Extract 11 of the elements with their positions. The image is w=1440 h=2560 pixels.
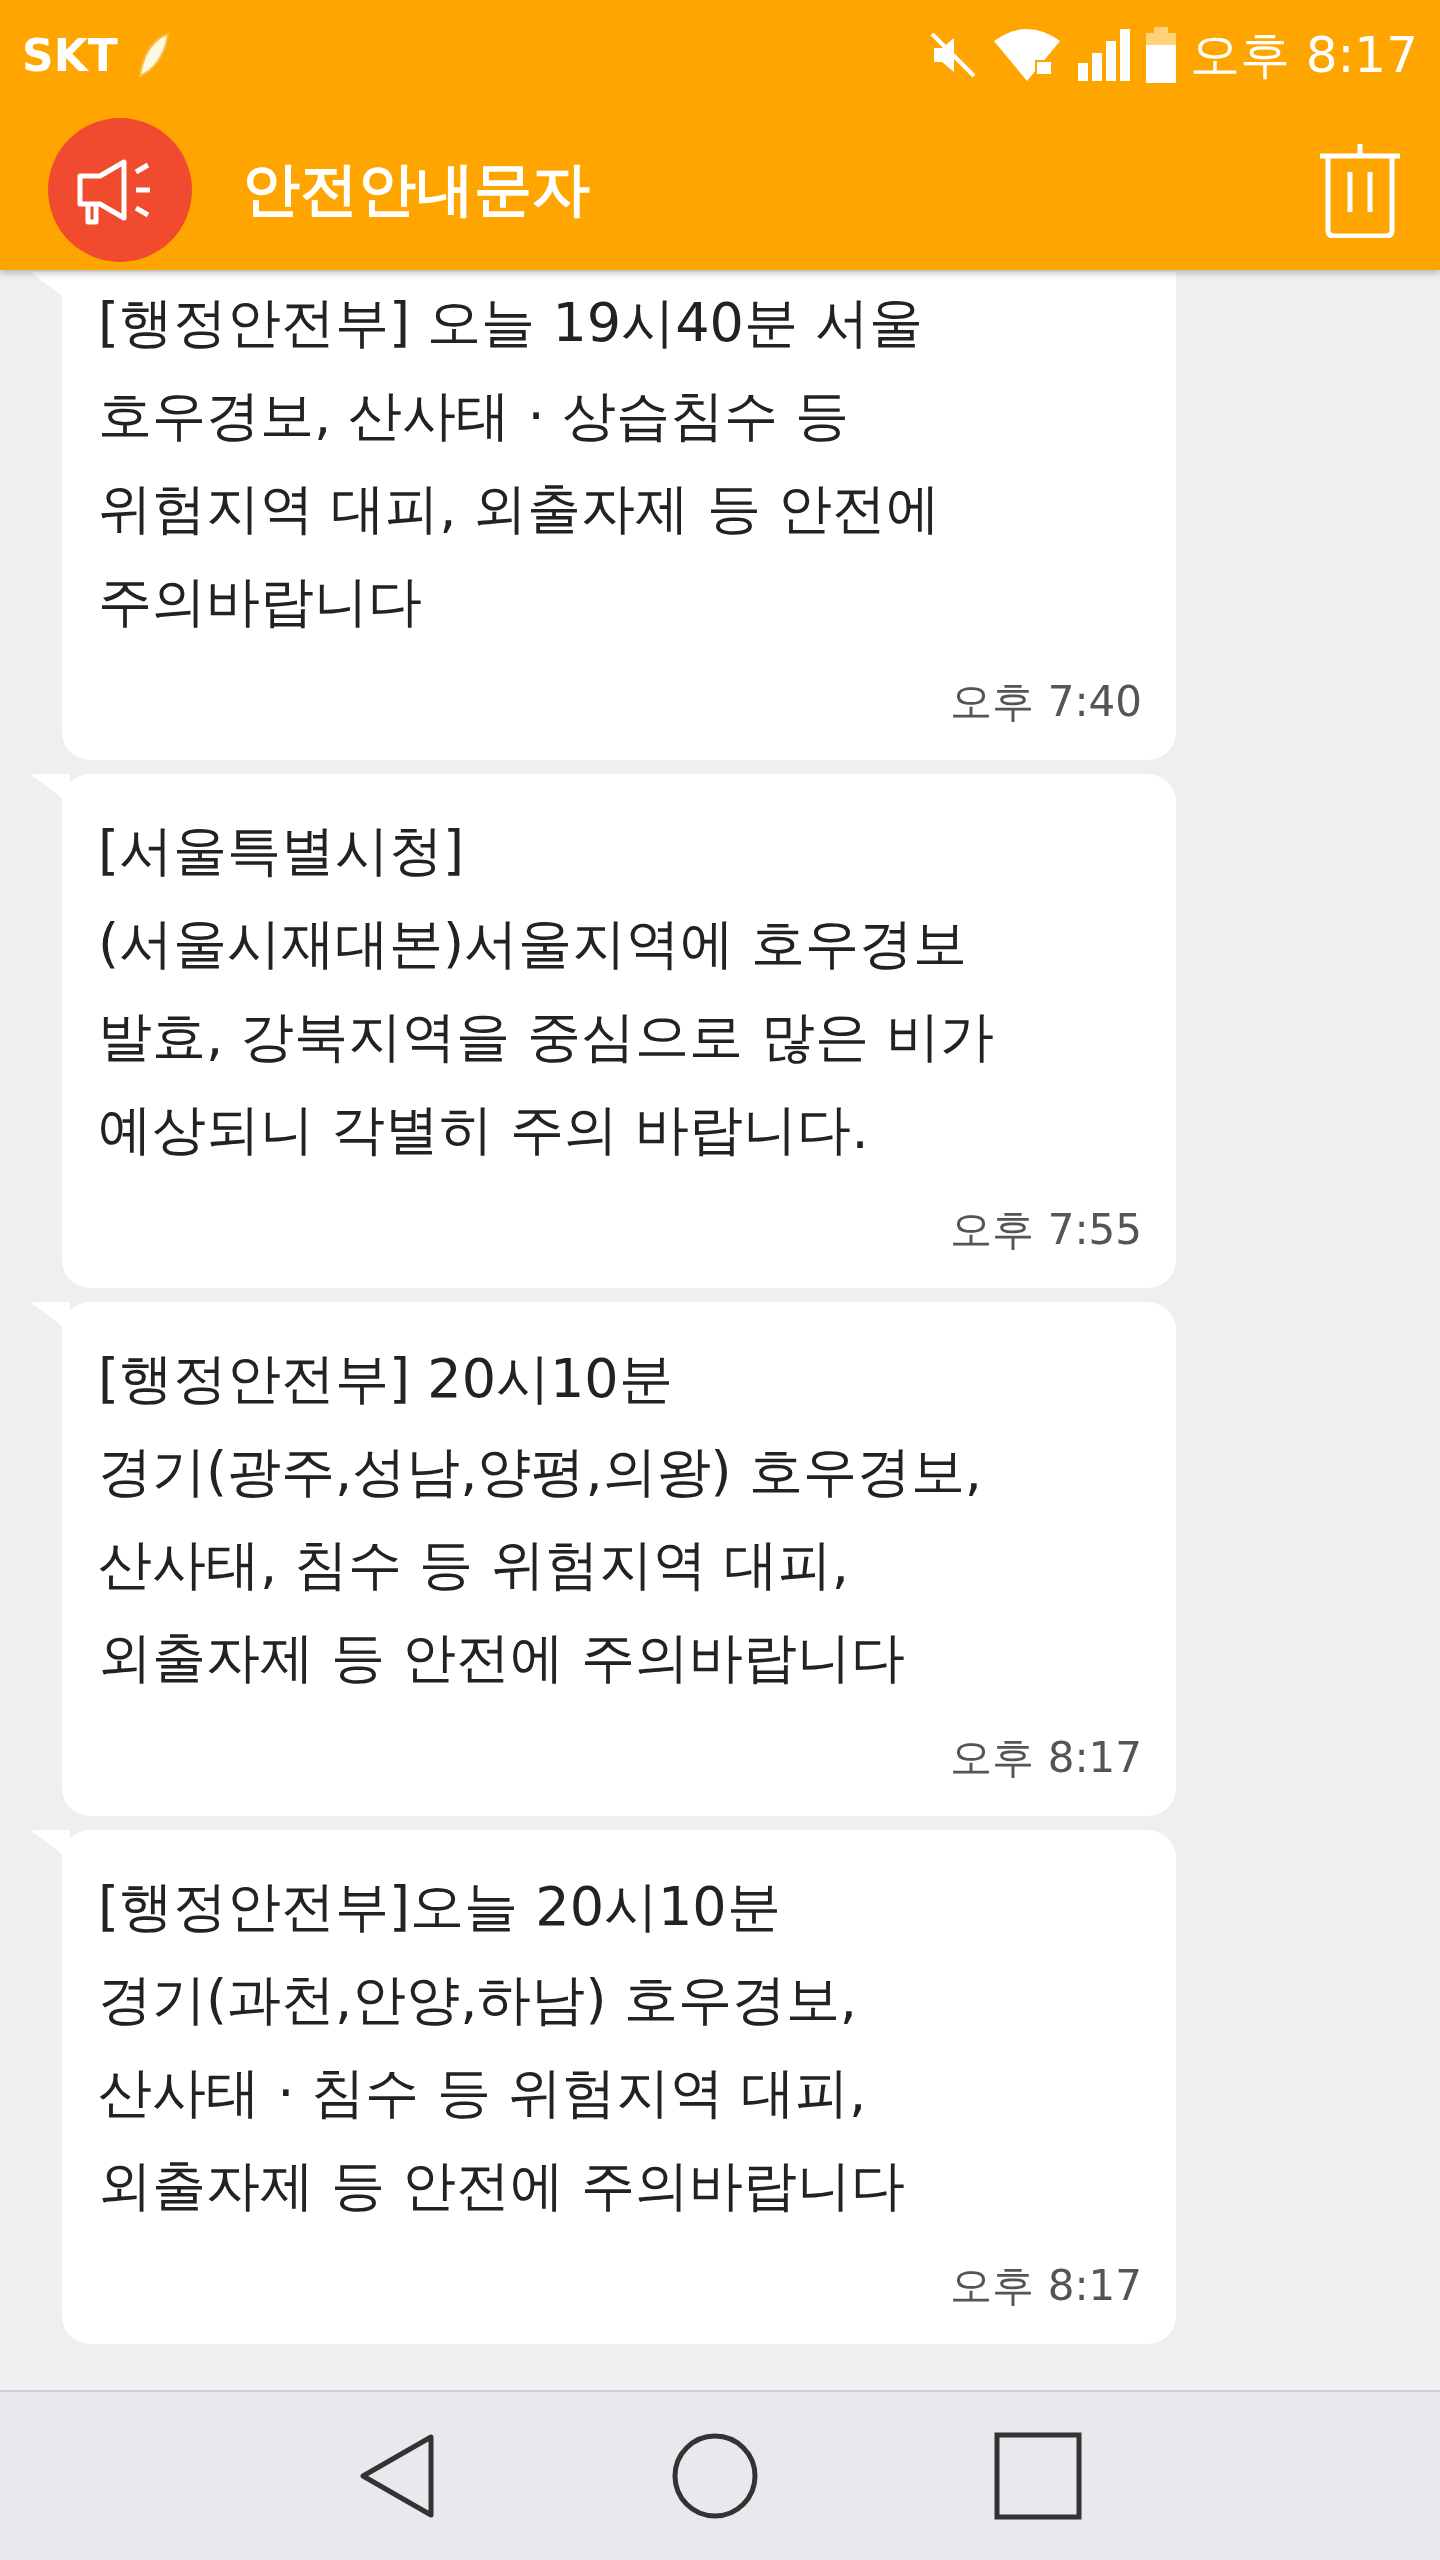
message-time: 오후 7:40 bbox=[950, 676, 1142, 728]
message-time: 오후 8:17 bbox=[950, 1732, 1142, 1784]
message-text: [행정안전부] 20시10분 경기(광주,성남,양평,의왕) 호우경보, 산사태, 침수 등 위험지역 대피, 외출자제 등 안전에 주의바랍니다 bbox=[98, 1346, 983, 1691]
message-text: [행정안전부] 오늘 19시40분 서울 호우경보, 산사태 · 상습침수 등 위험지역 대피, 외출자제 등 안전에 주의바랍니다 bbox=[98, 290, 941, 635]
header-title: 안전안내문자 bbox=[242, 154, 590, 225]
message-time: 오후 8:17 bbox=[950, 2260, 1142, 2312]
message-text: [행정안전부]오늘 20시10분 경기(과천,안양,하남) 호우경보, 산사태 · 침수 등 위험지역 대피, 외출자제 등 안전에 주의바랍니다 bbox=[98, 1874, 907, 2219]
status-time: 오후 8:17 bbox=[1189, 24, 1418, 86]
message-text: [서울특별시청] (서울시재대본)서울지역에 호우경보 발효, 강북지역을 중심으로 많은 비가 예상되니 각별히 주의 바랍니다. bbox=[98, 818, 995, 1163]
carrier-name: SKT bbox=[22, 29, 118, 81]
message-time: 오후 7:55 bbox=[950, 1204, 1142, 1256]
